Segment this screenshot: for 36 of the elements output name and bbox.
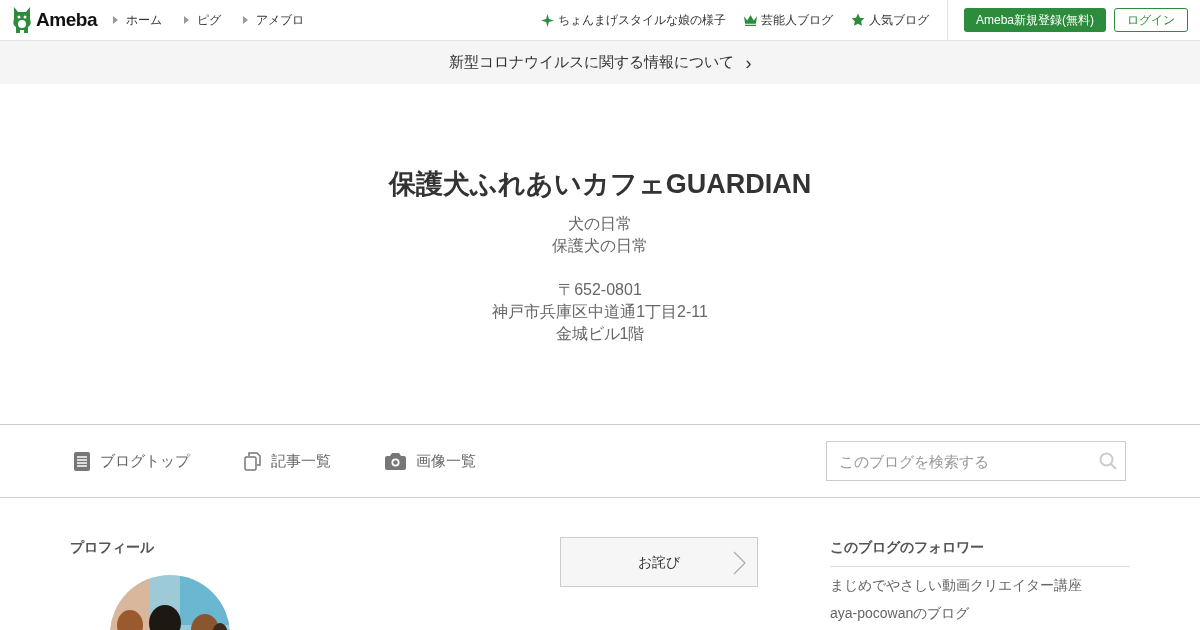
caret-icon <box>113 16 118 24</box>
logo-text[interactable]: Ameba <box>36 5 97 35</box>
sparkle-icon <box>541 13 554 27</box>
nav-link[interactable]: アメブロ <box>243 11 304 29</box>
follower-link[interactable]: まじめでやさしい動画クリエイター講座 <box>830 575 1130 595</box>
pages-icon <box>244 451 261 471</box>
header-link[interactable]: 人気ブログ <box>851 11 929 29</box>
nav-link[interactable]: ホーム <box>113 11 162 29</box>
description-line: 保護犬の日常 <box>552 235 648 256</box>
crown-icon <box>744 14 757 26</box>
description-line: 金城ビル1階 <box>555 323 645 344</box>
description-line: 犬の日常 <box>568 213 632 234</box>
notice-banner[interactable]: 新型コロナウイルスに関する情報について › <box>0 41 1200 84</box>
header-link[interactable]: 芸能人ブログ <box>744 11 833 29</box>
followers-heading: このブログのフォロワー <box>830 537 1130 567</box>
register-button[interactable]: Ameba新規登録(無料) <box>964 8 1106 32</box>
chevron-icon <box>733 551 746 575</box>
blog-title[interactable]: 保護犬ふれあいカフェGUARDIAN <box>388 164 812 205</box>
blog-nav-link[interactable]: 画像一覧 <box>385 449 476 473</box>
follower-link[interactable]: aya-pocowanのブログ <box>830 603 1130 623</box>
caret-icon <box>243 16 248 24</box>
blog-nav-link[interactable]: 記事一覧 <box>244 449 331 473</box>
header-link[interactable]: ちょんまげスタイルな娘の様子 <box>541 11 726 29</box>
star-icon <box>851 13 865 27</box>
description-line: 神戸市兵庫区中道通1丁目2-11 <box>492 301 708 322</box>
apology-button[interactable]: お詫び <box>560 537 758 587</box>
profile-heading: プロフィール <box>70 538 155 557</box>
caret-icon <box>184 16 189 24</box>
login-button[interactable]: ログイン <box>1114 8 1188 32</box>
mascot-icon[interactable] <box>12 7 32 33</box>
description-line: 〒652-0801 <box>558 279 642 300</box>
search-field[interactable]: このブログを検索する <box>826 441 1126 481</box>
document-icon <box>74 451 90 471</box>
blog-nav-link[interactable]: ブログトップ <box>74 449 190 473</box>
nav-link[interactable]: ピグ <box>184 11 221 29</box>
camera-icon <box>385 452 406 470</box>
